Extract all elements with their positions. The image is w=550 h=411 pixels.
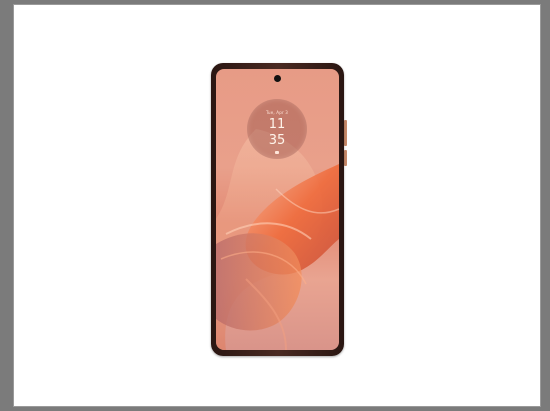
front-camera (274, 75, 281, 82)
lock-screen-clock: Tue, Apr 3 11 35 (247, 99, 307, 159)
clock-date: Tue, Apr 3 (265, 110, 289, 115)
clock-minute: 35 (268, 133, 286, 148)
phone-screen: Tue, Apr 3 11 35 (216, 69, 339, 350)
power-button (344, 150, 347, 166)
lock-icon (275, 151, 279, 154)
volume-button (344, 120, 347, 146)
clock-hour: 11 (268, 117, 286, 132)
smartphone: Tue, Apr 3 11 35 (211, 63, 344, 356)
